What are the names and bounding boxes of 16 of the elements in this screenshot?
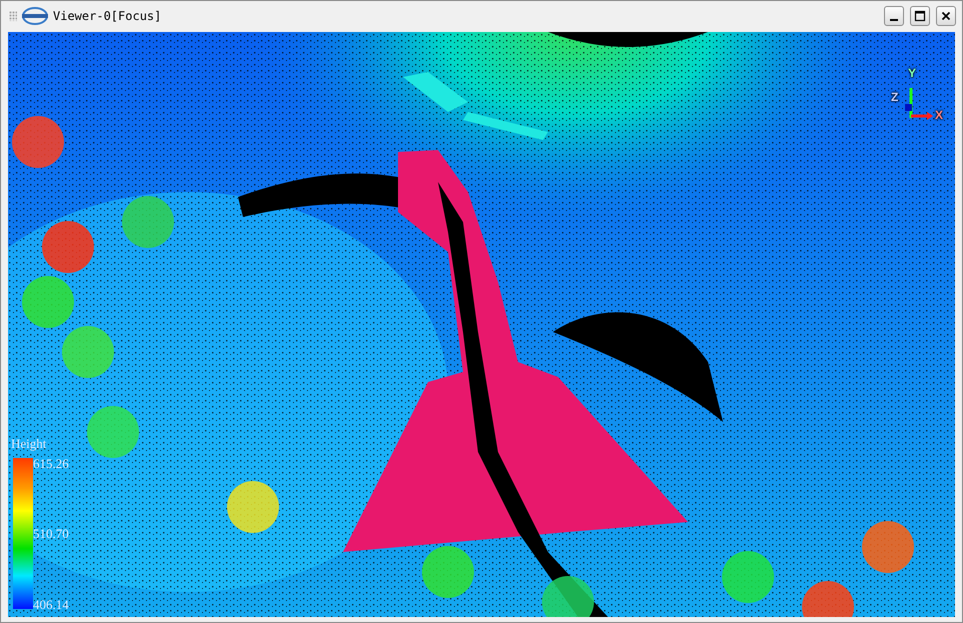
close-icon	[940, 10, 952, 22]
drag-grip-icon[interactable]	[9, 11, 17, 21]
legend-max-value: 615.26	[33, 456, 69, 472]
legend-min-value: 406.14	[33, 597, 69, 613]
x-axis-label: X	[935, 108, 944, 122]
y-axis-label: Y	[908, 66, 916, 80]
maximize-icon	[914, 10, 926, 22]
minimize-icon	[890, 18, 898, 20]
logo-icon	[21, 7, 49, 25]
z-axis-label: Z	[891, 90, 898, 104]
legend-mid-value: 510.70	[33, 526, 69, 542]
legend-title: Height	[11, 436, 46, 452]
maximize-button[interactable]	[910, 6, 930, 26]
close-button[interactable]	[936, 6, 956, 26]
window-title: Viewer-0[Focus]	[53, 9, 162, 23]
minimize-button[interactable]	[884, 6, 904, 26]
